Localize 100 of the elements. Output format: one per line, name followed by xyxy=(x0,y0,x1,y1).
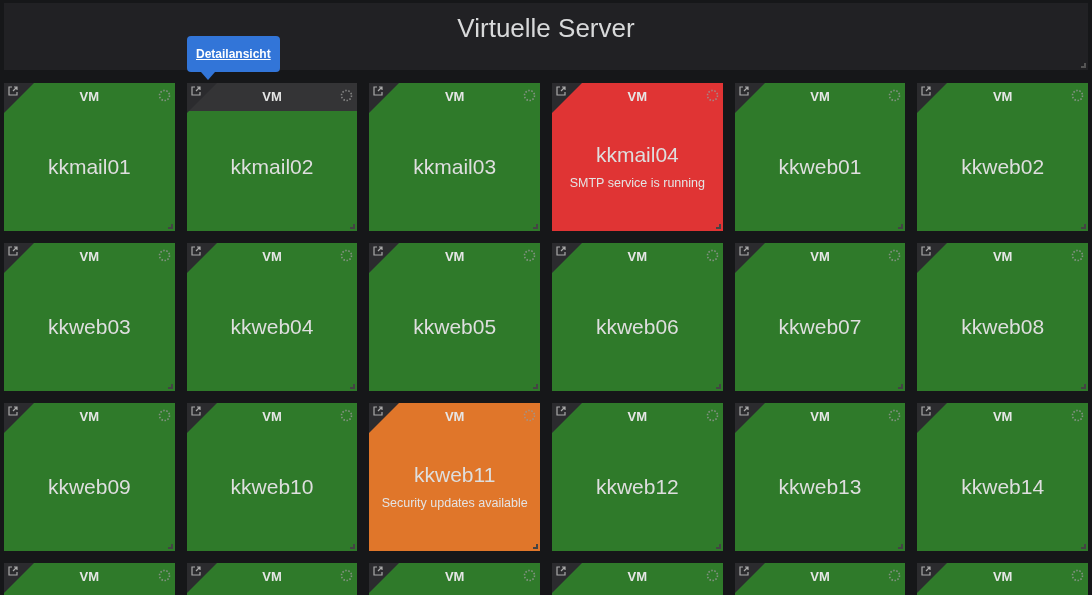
external-link-icon[interactable] xyxy=(373,566,384,576)
resize-handle-icon[interactable] xyxy=(898,224,904,229)
server-tile[interactable]: VM kkmail04 SMTP service is running xyxy=(552,83,723,231)
external-link-icon[interactable] xyxy=(190,246,201,256)
server-tile[interactable]: VM kkweb04 xyxy=(186,243,358,391)
server-name: kkmail03 xyxy=(413,154,497,180)
external-link-icon[interactable] xyxy=(556,246,566,256)
external-link-icon[interactable] xyxy=(738,246,749,256)
external-link-icon[interactable] xyxy=(556,406,566,416)
server-tile[interactable]: VM kkweb14 xyxy=(917,403,1088,551)
resize-handle-icon[interactable] xyxy=(350,384,356,389)
external-link-icon[interactable] xyxy=(921,406,932,416)
server-tile[interactable]: VM kkweb01 xyxy=(734,83,906,231)
server-tile[interactable]: VM kkweb09 xyxy=(4,403,175,551)
resize-handle-icon[interactable] xyxy=(898,544,904,549)
corner-triangle-icon xyxy=(917,83,948,113)
server-name: kkweb03 xyxy=(47,314,131,340)
loading-spinner-icon xyxy=(705,569,719,582)
corner-triangle-icon xyxy=(734,403,765,433)
resize-handle-icon[interactable] xyxy=(715,224,721,229)
external-link-icon[interactable] xyxy=(190,86,201,96)
tile-label: VM xyxy=(79,88,100,107)
loading-spinner-icon xyxy=(1071,569,1084,582)
external-link-icon[interactable] xyxy=(738,406,749,416)
resize-handle-icon[interactable] xyxy=(350,224,356,229)
resize-handle-icon[interactable] xyxy=(167,224,173,229)
resize-handle-icon[interactable] xyxy=(1081,544,1086,549)
tile-label: VM xyxy=(810,568,830,587)
server-tile[interactable]: VM kkweb11 Security updates available xyxy=(369,403,540,551)
tile-label: VM xyxy=(627,248,648,267)
server-tile[interactable]: VM kkweb06 xyxy=(552,243,723,391)
external-link-icon[interactable] xyxy=(921,86,932,96)
corner-triangle-icon xyxy=(552,83,582,113)
external-link-icon[interactable] xyxy=(373,246,384,256)
corner-triangle-icon xyxy=(917,403,948,433)
external-link-icon[interactable] xyxy=(738,566,749,576)
tile-label: VM xyxy=(79,408,100,427)
resize-handle-icon[interactable] xyxy=(898,384,904,389)
external-link-icon[interactable] xyxy=(8,406,18,416)
loading-spinner-icon xyxy=(523,249,536,262)
server-tile[interactable]: VM kkweb08 xyxy=(917,243,1088,391)
external-link-icon[interactable] xyxy=(921,566,932,576)
resize-handle-icon[interactable] xyxy=(167,384,173,389)
external-link-icon[interactable] xyxy=(190,566,201,576)
resize-handle-icon[interactable] xyxy=(533,224,538,229)
server-tile[interactable]: VM xyxy=(4,563,175,595)
server-tile[interactable]: VM kkmail01 xyxy=(4,83,175,231)
server-name: kkweb12 xyxy=(595,474,679,500)
server-tile[interactable]: VM kkweb13 xyxy=(734,403,906,551)
external-link-icon[interactable] xyxy=(921,246,932,256)
server-tile[interactable]: VM kkweb07 xyxy=(734,243,906,391)
server-tile[interactable]: VM kkmail03 xyxy=(369,83,540,231)
external-link-icon[interactable] xyxy=(373,86,384,96)
server-name: kkweb04 xyxy=(230,314,314,340)
loading-spinner-icon xyxy=(705,89,719,102)
tile-label: VM xyxy=(627,408,648,427)
detail-link[interactable]: Detailansicht xyxy=(196,45,271,63)
corner-triangle-icon xyxy=(917,563,948,593)
external-link-icon[interactable] xyxy=(190,406,201,416)
tile-label: VM xyxy=(262,568,282,587)
resize-handle-icon[interactable] xyxy=(1081,384,1086,389)
server-tile[interactable]: VM kkmail02 xyxy=(186,83,358,231)
server-tile[interactable]: VM kkweb12 xyxy=(552,403,723,551)
resize-handle-icon[interactable] xyxy=(1081,224,1086,229)
resize-handle-icon[interactable] xyxy=(533,384,538,389)
corner-triangle-icon xyxy=(369,403,400,433)
server-tile[interactable]: VM xyxy=(186,563,358,595)
tile-label: VM xyxy=(810,88,830,107)
external-link-icon[interactable] xyxy=(738,86,749,96)
external-link-icon[interactable] xyxy=(8,86,18,96)
server-tile[interactable]: VM kkweb02 xyxy=(917,83,1088,231)
tile-label: VM xyxy=(810,408,830,427)
loading-spinner-icon xyxy=(888,569,902,582)
server-tile[interactable]: VM kkweb03 xyxy=(4,243,175,391)
loading-spinner-icon xyxy=(888,249,902,262)
external-link-icon[interactable] xyxy=(556,86,566,96)
corner-triangle-icon xyxy=(4,403,34,433)
resize-handle-icon[interactable] xyxy=(715,544,721,549)
external-link-icon[interactable] xyxy=(8,246,18,256)
external-link-icon[interactable] xyxy=(556,566,566,576)
server-tile[interactable]: VM xyxy=(734,563,906,595)
external-link-icon[interactable] xyxy=(373,406,384,416)
server-tile[interactable]: VM xyxy=(552,563,723,595)
tile-label: VM xyxy=(810,248,830,267)
server-name: kkweb13 xyxy=(778,474,862,500)
server-tile[interactable]: VM kkweb10 xyxy=(186,403,358,551)
resize-handle-icon[interactable] xyxy=(715,384,721,389)
resize-handle-icon[interactable] xyxy=(350,544,356,549)
server-tile[interactable]: VM xyxy=(369,563,540,595)
status-message: SMTP service is running xyxy=(569,174,705,192)
resize-handle-icon[interactable] xyxy=(167,544,173,549)
loading-spinner-icon xyxy=(340,249,354,262)
server-tile[interactable]: VM xyxy=(917,563,1088,595)
external-link-icon[interactable] xyxy=(8,566,18,576)
resize-handle-icon[interactable] xyxy=(533,544,538,549)
server-name: kkweb07 xyxy=(778,314,862,340)
corner-triangle-icon xyxy=(186,243,217,273)
corner-triangle-icon xyxy=(369,243,400,273)
resize-handle-icon[interactable] xyxy=(1081,63,1086,68)
server-tile[interactable]: VM kkweb05 xyxy=(369,243,540,391)
